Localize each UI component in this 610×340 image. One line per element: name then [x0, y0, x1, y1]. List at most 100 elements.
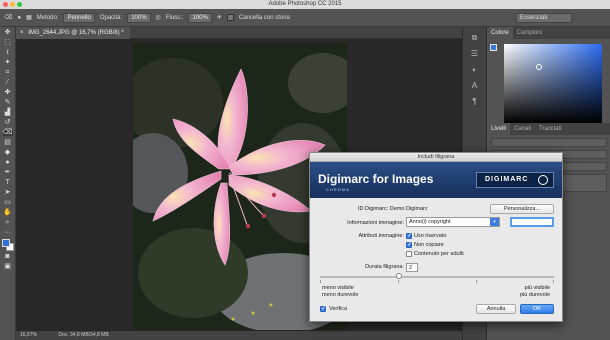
method-label: Metodo:: [36, 14, 59, 21]
quick-mask-icon[interactable]: ◙: [3, 253, 13, 260]
color-swatches[interactable]: [1, 239, 14, 251]
dodge-tool-icon[interactable]: ●: [3, 159, 13, 166]
adult-content-label: Contenuto per adulti: [414, 251, 464, 257]
opacity-field[interactable]: 100%: [127, 12, 151, 23]
erase-history-checkbox[interactable]: [226, 14, 234, 21]
photoshop-window: Adobe Photoshop CC 2015 ⌫ ● ▦ Metodo: Pe…: [0, 0, 610, 340]
digimarc-banner: Digimarc for Images CHROMA DIGIMARC: [310, 162, 562, 198]
tab-tracciati[interactable]: Tracciati: [535, 123, 565, 135]
crop-tool-icon[interactable]: ⌗: [3, 69, 13, 76]
method-select[interactable]: Pennello: [63, 12, 95, 23]
options-bar: ⌫ ● ▦ Metodo: Pennello Opacità: 100% ◎ F…: [0, 9, 610, 27]
less-durable-caption: meno durevole: [322, 292, 359, 298]
path-selection-tool-icon[interactable]: ➤: [3, 189, 13, 196]
opacity-label: Opacità:: [99, 14, 123, 21]
close-tab-icon[interactable]: ×: [20, 30, 24, 36]
tab-campioni[interactable]: Campioni: [513, 27, 546, 39]
close-window-button[interactable]: [3, 2, 8, 7]
zoom-tool-icon[interactable]: ⌕: [3, 219, 13, 226]
verify-checkbox[interactable]: [320, 305, 326, 312]
stamp-tool-icon[interactable]: ▟: [3, 109, 13, 116]
brush-panel-icon[interactable]: ▦: [26, 14, 32, 21]
image-info-label: Informazioni immagine:: [347, 220, 404, 226]
document-size-info: Doc: 34,8 MB/34,8 MB: [58, 332, 109, 338]
tab-canali[interactable]: Canali: [510, 123, 535, 135]
history-panel-icon[interactable]: ⧉: [470, 33, 480, 43]
minimize-window-button[interactable]: [10, 2, 15, 7]
shape-tool-icon[interactable]: ▭: [3, 199, 13, 206]
do-not-copy-checkbox[interactable]: [406, 241, 412, 248]
hand-tool-icon[interactable]: ✋: [3, 209, 13, 216]
document-tab-label: IMG_2644.JPG @ 16,7% (RGB/8) *: [28, 30, 124, 36]
digimarc-logo: DIGIMARC: [476, 172, 554, 188]
airbrush-icon[interactable]: ✈: [217, 14, 222, 21]
document-tab-bar: × IMG_2644.JPG @ 16,7% (RGB/8) *: [16, 27, 462, 39]
chevron-down-icon: ▾: [490, 218, 499, 226]
magic-wand-tool-icon[interactable]: ✦: [3, 59, 13, 66]
watermark-duration-label: Durata filigrana:: [365, 264, 404, 270]
slider-tick: [476, 280, 477, 283]
color-panel-foreground-swatch[interactable]: [490, 44, 497, 51]
slider-tick: [398, 280, 399, 283]
screen-mode-icon[interactable]: ▣: [3, 263, 13, 270]
flow-field[interactable]: 100%: [188, 12, 212, 23]
image-info-select[interactable]: Anno(i) copyright ▾: [406, 217, 500, 227]
image-info-text-field[interactable]: [510, 217, 554, 227]
eraser-tool-icon[interactable]: ⌫: [2, 129, 13, 136]
lasso-tool-icon[interactable]: ℓ: [3, 49, 13, 56]
workspace-select[interactable]: Essenziali: [516, 13, 572, 23]
cancel-button[interactable]: Annulla: [476, 304, 516, 314]
tab-livelli[interactable]: Livelli: [487, 123, 511, 135]
history-brush-tool-icon[interactable]: ↺: [3, 119, 13, 126]
less-visible-caption: meno visibile: [322, 285, 354, 291]
move-tool-icon[interactable]: ✥: [3, 29, 13, 36]
product-name: Digimarc for Images: [318, 172, 434, 186]
digimarc-logo-mark-icon: [538, 175, 548, 185]
zoom-window-button[interactable]: [17, 2, 22, 7]
image-attributes-label: Attributi immagine:: [358, 233, 404, 239]
status-bar: 16,67% Doc: 34,8 MB/34,8 MB: [16, 331, 462, 340]
blur-tool-icon[interactable]: ◆: [3, 149, 13, 156]
do-not-copy-label: Non copiare: [414, 242, 444, 248]
brush-tool-icon[interactable]: ✎: [3, 99, 13, 106]
properties-panel-icon[interactable]: ☰: [470, 49, 480, 59]
customize-button[interactable]: Personalizza...: [490, 204, 554, 214]
layers-panel-tabs: Livelli Canali Tracciati: [487, 123, 610, 135]
restricted-use-checkbox[interactable]: [406, 232, 412, 239]
character-panel-icon[interactable]: A: [470, 81, 480, 91]
pen-tool-icon[interactable]: ✒: [3, 169, 13, 176]
tools-panel: ✥ ⬚ ℓ ✦ ⌗ ⁄ ✚ ✎ ▟ ↺ ⌫ ▤ ◆ ● ✒ T ➤ ▭ ✋ ⌕ …: [0, 27, 16, 340]
digimarc-id: ID Digimarc: Demo Digimarc: [358, 206, 428, 212]
durability-slider-thumb[interactable]: [396, 273, 402, 279]
adjustments-panel-icon[interactable]: ◐: [470, 65, 480, 75]
foreground-color-swatch[interactable]: [1, 239, 10, 247]
durability-slider[interactable]: [320, 273, 554, 283]
healing-tool-icon[interactable]: ✚: [3, 89, 13, 96]
layer-filter-row[interactable]: [491, 138, 607, 147]
pressure-opacity-icon[interactable]: ◎: [156, 14, 161, 21]
color-panel-tabs: Colore Campioni: [487, 27, 610, 39]
document-tab[interactable]: × IMG_2644.JPG @ 16,7% (RGB/8) *: [16, 27, 130, 39]
gradient-tool-icon[interactable]: ▤: [3, 139, 13, 146]
marquee-tool-icon[interactable]: ⬚: [3, 39, 13, 46]
brush-preset-icon[interactable]: ●: [17, 15, 21, 21]
type-tool-icon[interactable]: T: [3, 179, 13, 186]
paragraph-panel-icon[interactable]: ¶: [470, 97, 480, 107]
color-picker-field[interactable]: [504, 44, 602, 123]
watermark-dialog: Includi filigrana Digimarc for Images CH…: [309, 152, 563, 322]
erase-history-label: Cancella con storia: [238, 14, 290, 21]
more-tools-icon[interactable]: ···: [3, 229, 13, 236]
watermark-duration-field[interactable]: 2: [406, 263, 418, 272]
app-title: Adobe Photoshop CC 2015: [268, 1, 342, 7]
eraser-tool-icon[interactable]: ⌫: [4, 14, 12, 21]
tab-colore[interactable]: Colore: [487, 27, 513, 39]
adult-content-checkbox[interactable]: [406, 251, 412, 257]
restricted-use-label: Uso riservato: [414, 233, 447, 239]
title-bar: Adobe Photoshop CC 2015: [0, 0, 610, 9]
eyedropper-tool-icon[interactable]: ⁄: [3, 79, 13, 86]
zoom-level[interactable]: 16,67%: [20, 332, 37, 338]
product-subtitle: CHROMA: [326, 187, 350, 192]
ok-button[interactable]: OK: [520, 304, 554, 314]
flow-label: Fluss.:: [165, 14, 184, 21]
color-picker-cursor: [536, 64, 542, 70]
